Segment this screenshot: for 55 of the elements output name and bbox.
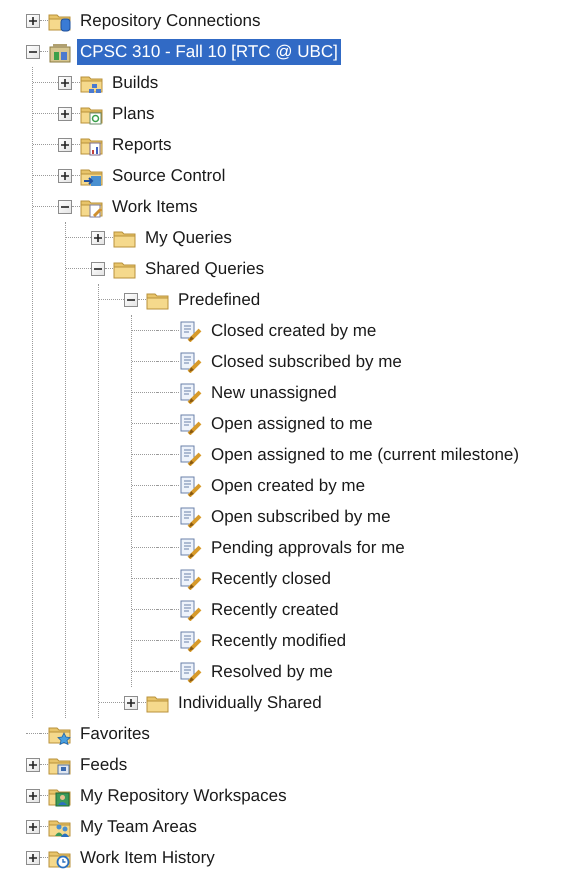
query-icon <box>179 350 203 372</box>
query-icon <box>179 444 203 466</box>
query-icon <box>179 630 203 652</box>
tree-item[interactable]: Open subscribed by me <box>208 504 394 530</box>
expand-icon[interactable] <box>58 138 72 152</box>
expand-icon[interactable] <box>58 168 72 182</box>
tree-item[interactable]: Favorites <box>77 720 153 746</box>
tree-item[interactable]: Builds <box>109 70 162 96</box>
query-icon <box>179 382 203 404</box>
tree-item[interactable]: Work Items <box>109 194 201 220</box>
expand-icon[interactable] <box>26 788 40 802</box>
tree-item[interactable]: Predefined <box>175 286 264 312</box>
tree-item[interactable]: My Queries <box>142 224 235 250</box>
tree-item[interactable]: Work Item History <box>77 844 218 869</box>
expand-icon[interactable] <box>124 696 138 710</box>
expand-icon[interactable] <box>26 14 40 28</box>
tree-item[interactable]: Recently closed <box>208 566 334 592</box>
tree-item[interactable]: Recently modified <box>208 628 350 654</box>
expand-icon[interactable] <box>26 850 40 864</box>
query-icon <box>179 598 203 620</box>
collapse-icon[interactable] <box>26 44 40 58</box>
expand-icon[interactable] <box>58 106 72 120</box>
collapse-icon[interactable] <box>58 200 72 214</box>
tree-item[interactable]: Feeds <box>77 752 130 778</box>
query-icon <box>179 412 203 434</box>
query-icon <box>179 320 203 342</box>
tree-item[interactable]: My Team Areas <box>77 814 200 840</box>
query-icon <box>179 660 203 682</box>
expand-icon[interactable] <box>26 820 40 834</box>
collapse-icon[interactable] <box>91 262 105 276</box>
expand-icon[interactable] <box>91 230 105 244</box>
query-icon <box>179 474 203 496</box>
query-icon <box>179 506 203 528</box>
query-icon <box>179 536 203 558</box>
tree-item[interactable]: Closed subscribed by me <box>208 348 405 374</box>
tree-item[interactable]: Open assigned to me <box>208 410 376 436</box>
tree-item[interactable]: Source Control <box>109 162 228 188</box>
tree-item[interactable]: My Repository Workspaces <box>77 782 290 808</box>
query-icon <box>179 568 203 590</box>
expand-icon[interactable] <box>26 758 40 772</box>
tree-item[interactable]: Closed created by me <box>208 318 380 344</box>
tree-item[interactable]: Resolved by me <box>208 658 336 684</box>
tree-item[interactable]: Plans <box>109 100 158 126</box>
tree-item[interactable]: Shared Queries <box>142 256 268 282</box>
tree-item[interactable]: Open created by me <box>208 472 368 498</box>
tree-item[interactable]: CPSC 310 - Fall 10 [RTC @ UBC] <box>77 38 341 64</box>
tree-item[interactable]: Pending approvals for me <box>208 534 408 560</box>
collapse-icon[interactable] <box>124 292 138 306</box>
expand-icon[interactable] <box>58 76 72 90</box>
tree-item[interactable]: Individually Shared <box>175 690 325 716</box>
tree-item[interactable]: Reports <box>109 132 175 158</box>
tree-item[interactable]: Recently created <box>208 596 342 622</box>
tree-item[interactable]: Open assigned to me (current milestone) <box>208 442 522 468</box>
tree-item[interactable]: New unassigned <box>208 380 340 406</box>
tree-item[interactable]: Repository Connections <box>77 8 264 34</box>
